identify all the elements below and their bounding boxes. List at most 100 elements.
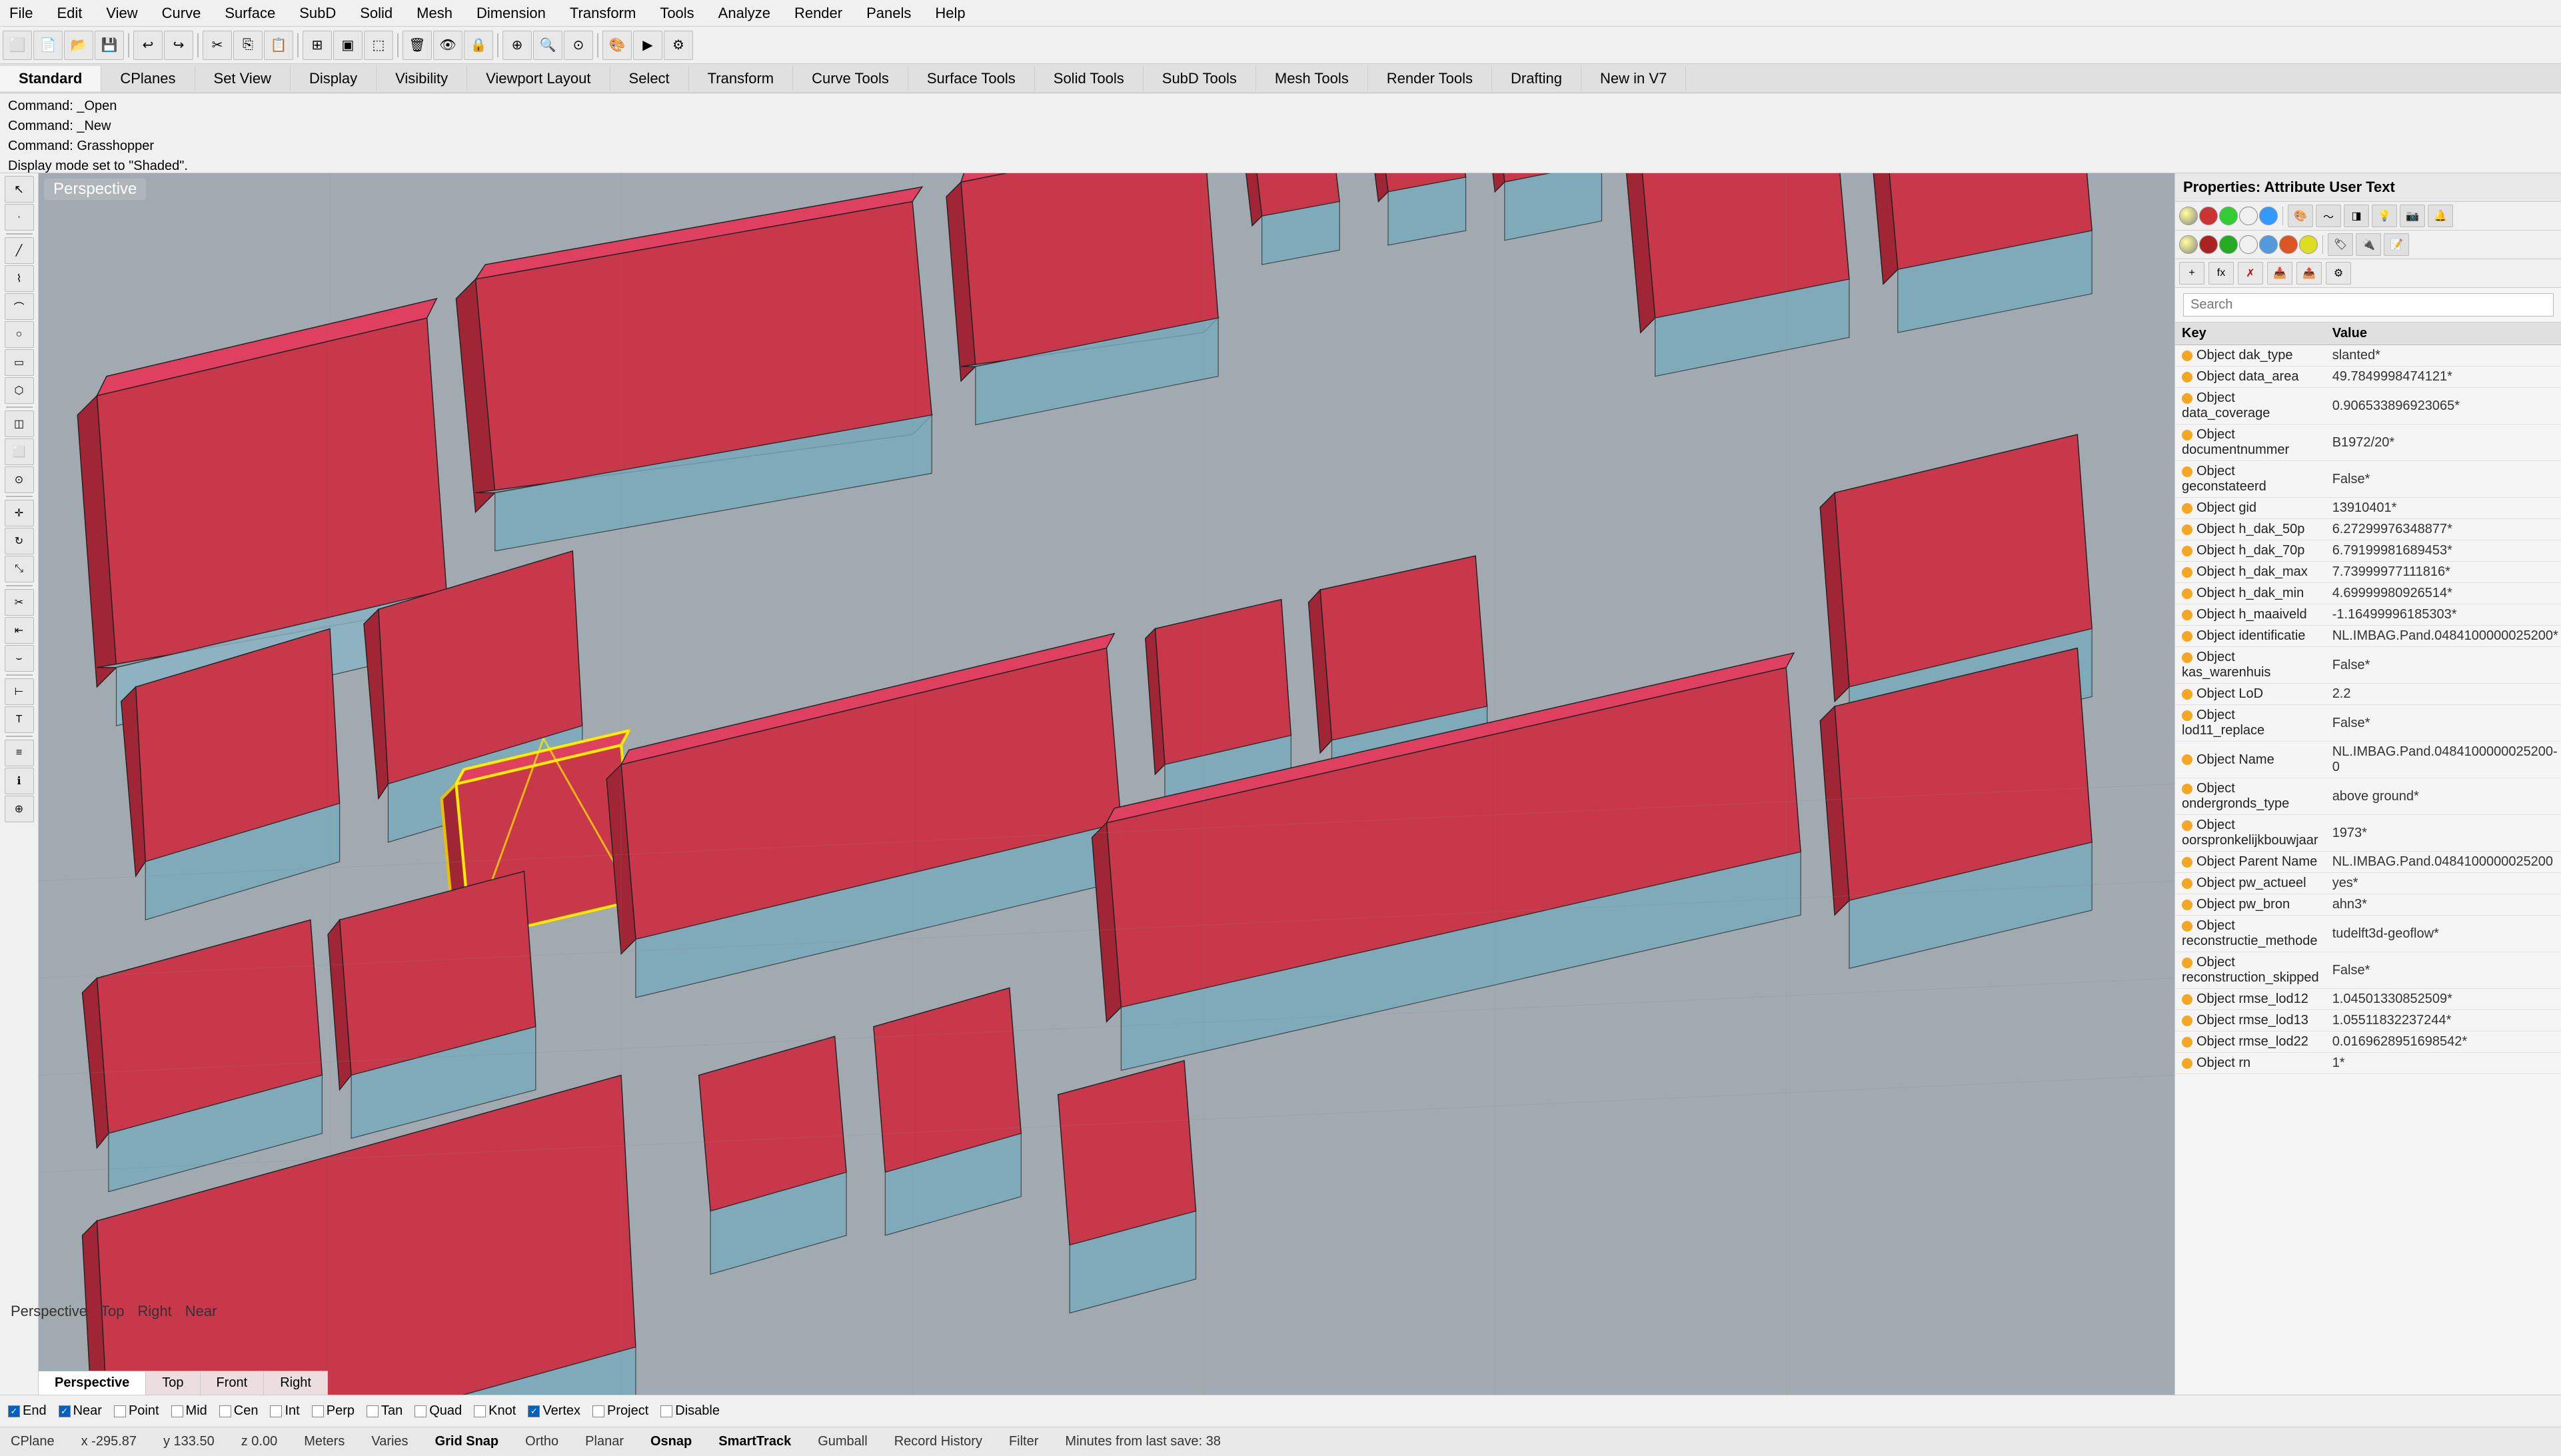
tab-mesh-tools[interactable]: Mesh Tools [1256,66,1368,91]
table-row[interactable]: Object rmse_lod22 0.0169628951698542* [2175,1032,2561,1053]
tb-window-select[interactable]: ▣ [333,31,363,60]
status-gumball[interactable]: Gumball [818,1434,867,1449]
table-row[interactable]: Object LoD 2.2 [2175,684,2561,705]
snap-item-int[interactable]: Int [270,1403,299,1419]
prop-tb-import[interactable]: 📥 [2267,262,2292,285]
menu-dimension[interactable]: Dimension [472,3,550,23]
tab-display[interactable]: Display [291,66,377,91]
menu-analyze[interactable]: Analyze [714,3,774,23]
viewport-container[interactable]: Perspective [39,173,2174,1395]
snap-checkbox-project[interactable] [592,1405,604,1417]
snap-checkbox-vertex[interactable] [528,1405,540,1417]
tab-transform[interactable]: Transform [689,66,793,91]
vp-tab-front[interactable]: Front [201,1371,265,1395]
color-sphere-7[interactable] [2199,235,2218,254]
tab-cplanes[interactable]: CPlanes [101,66,195,91]
prop-tb-user-text[interactable]: 📝 [2384,233,2409,256]
tab-subd-tools[interactable]: SubD Tools [1144,66,1256,91]
snap-checkbox-int[interactable] [270,1405,282,1417]
lt-box[interactable]: ⬜ [5,438,34,465]
menu-surface[interactable]: Surface [221,3,279,23]
tb-open[interactable]: 📂 [64,31,93,60]
lt-layer[interactable]: ≡ [5,740,34,766]
menu-render[interactable]: Render [790,3,846,23]
lt-surface[interactable]: ◫ [5,410,34,437]
tab-curve-tools[interactable]: Curve Tools [793,66,908,91]
menu-solid[interactable]: Solid [356,3,397,23]
tab-setview[interactable]: Set View [195,66,291,91]
menu-tools[interactable]: Tools [656,3,698,23]
properties-search-input[interactable] [2183,293,2554,317]
table-row[interactable]: Object dak_type slanted* [2175,345,2561,366]
tab-new-v7[interactable]: New in V7 [1581,66,1686,91]
snap-item-mid[interactable]: Mid [171,1403,207,1419]
color-sphere-9[interactable] [2239,235,2258,254]
snap-item-tan[interactable]: Tan [367,1403,403,1419]
tb-deselect[interactable]: ⬚ [364,31,393,60]
status-record-history[interactable]: Record History [894,1434,982,1449]
table-row[interactable]: Object identificatie NL.IMBAG.Pand.04841… [2175,626,2561,647]
tb-zoom-sel[interactable]: ⊙ [564,31,593,60]
tb-cut[interactable]: ✂ [203,31,232,60]
table-row[interactable]: Object data_coverage 0.906533896923065* [2175,388,2561,424]
status-ortho[interactable]: Ortho [525,1434,558,1449]
color-sphere-3[interactable] [2219,207,2238,225]
snap-checkbox-tan[interactable] [367,1405,379,1417]
prop-tb-bell[interactable]: 🔔 [2428,205,2453,227]
menu-file[interactable]: File [5,3,37,23]
tab-visibility[interactable]: Visibility [377,66,467,91]
snap-item-project[interactable]: Project [592,1403,648,1419]
lt-text[interactable]: T [5,706,34,733]
table-row[interactable]: Object h_dak_50p 6.27299976348877* [2175,519,2561,540]
lt-select-arrow[interactable]: ↖ [5,176,34,203]
table-row[interactable]: Object kas_warenhuis False* [2175,647,2561,684]
vp-tab-perspective[interactable]: Perspective [39,1371,146,1395]
lt-rectangle[interactable]: ▭ [5,349,34,376]
snap-item-end[interactable]: End [8,1403,47,1419]
color-sphere-12[interactable] [2299,235,2318,254]
lt-point[interactable]: · [5,204,34,231]
table-row[interactable]: Object oorspronkelijkbouwjaar 1973* [2175,815,2561,852]
color-sphere-8[interactable] [2219,235,2238,254]
lt-snap-toggle[interactable]: ⊕ [5,796,34,822]
snap-item-quad[interactable]: Quad [415,1403,462,1419]
lt-line[interactable]: ╱ [5,237,34,264]
color-sphere-1[interactable] [2179,207,2198,225]
table-row[interactable]: Object data_area 49.7849998474121* [2175,366,2561,388]
table-row[interactable]: Object pw_actueel yes* [2175,873,2561,894]
lt-sphere[interactable]: ⊙ [5,466,34,493]
snap-checkbox-cen[interactable] [219,1405,231,1417]
table-row[interactable]: Object gid 13910401* [2175,498,2561,519]
vp-tab-right[interactable]: Right [264,1371,328,1395]
tb-new[interactable]: 📄 [33,31,63,60]
tb-save[interactable]: 💾 [95,31,124,60]
tb-paste[interactable]: 📋 [264,31,293,60]
lt-properties[interactable]: ℹ [5,768,34,794]
prop-tb-formula[interactable]: fx [2208,262,2234,285]
snap-checkbox-perp[interactable] [312,1405,324,1417]
table-row[interactable]: Object reconstructie_methode tudelft3d-g… [2175,916,2561,952]
table-row[interactable]: Object geconstateerd False* [2175,461,2561,498]
lt-rotate[interactable]: ↻ [5,528,34,554]
menu-subd[interactable]: SubD [295,3,340,23]
prop-tb-gear[interactable]: ⚙ [2326,262,2351,285]
menu-edit[interactable]: Edit [53,3,86,23]
menu-panels[interactable]: Panels [862,3,915,23]
lt-fillet[interactable]: ⌣ [5,645,34,672]
snap-checkbox-mid[interactable] [171,1405,183,1417]
menu-view[interactable]: View [102,3,141,23]
prop-tb-camera[interactable]: 📷 [2400,205,2425,227]
snap-item-perp[interactable]: Perp [312,1403,355,1419]
prop-tb-add[interactable]: + [2179,262,2204,285]
prop-tb-surface2[interactable]: ◨ [2344,205,2369,227]
snap-item-vertex[interactable]: Vertex [528,1403,580,1419]
status-planar[interactable]: Planar [585,1434,624,1449]
snap-checkbox-quad[interactable] [415,1405,427,1417]
tb-settings[interactable]: ⚙ [664,31,693,60]
menu-mesh[interactable]: Mesh [413,3,456,23]
prop-tb-material[interactable]: 🎨 [2288,205,2313,227]
tab-solid-tools[interactable]: Solid Tools [1035,66,1144,91]
tb-select-all[interactable]: ⊞ [303,31,332,60]
tab-drafting[interactable]: Drafting [1492,66,1581,91]
lt-polyline[interactable]: ⌇ [5,265,34,292]
